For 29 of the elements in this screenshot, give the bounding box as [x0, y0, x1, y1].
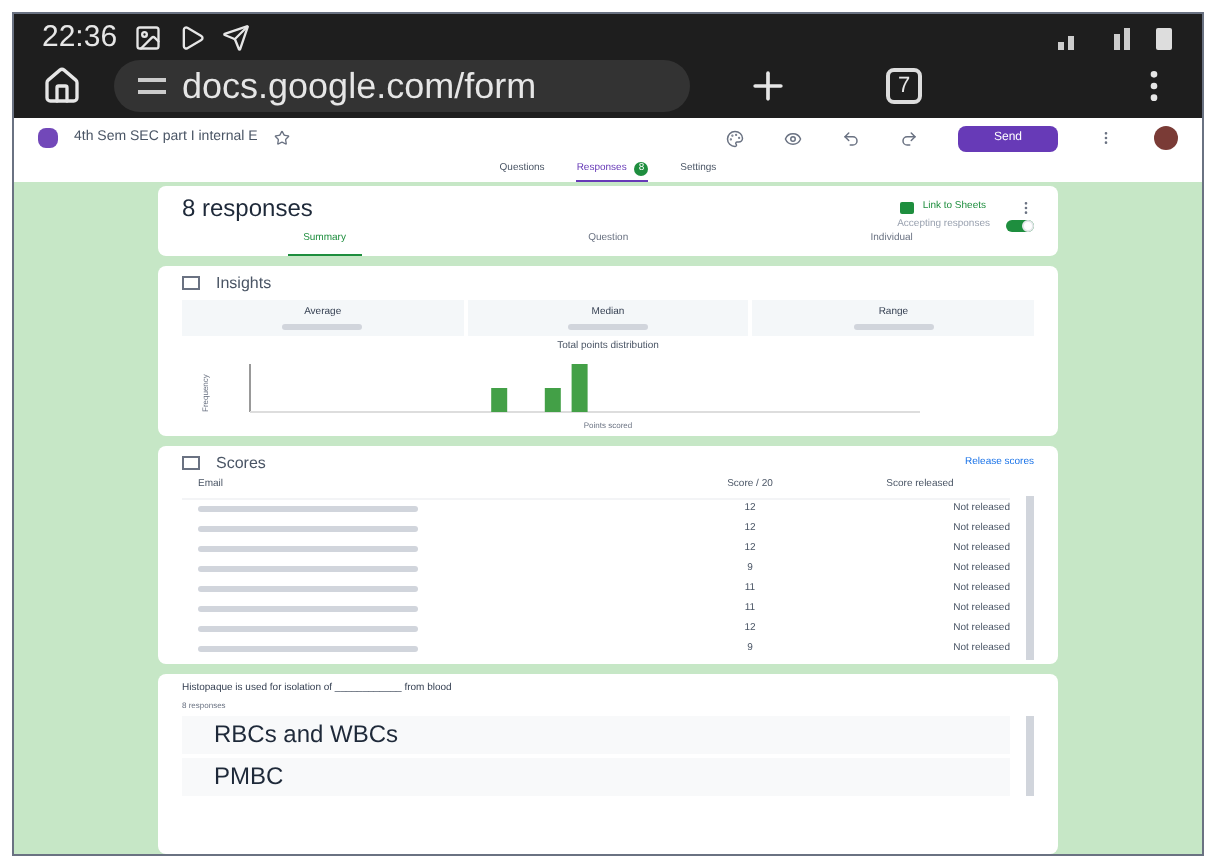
scrollbar: [1026, 716, 1034, 796]
preview-icon[interactable]: [783, 129, 802, 147]
gallery-icon: [133, 24, 162, 52]
insights-heading: Insights: [216, 271, 272, 295]
star-icon[interactable]: [273, 130, 290, 146]
responses-heading: 8 responses: [182, 194, 313, 222]
battery-icon: [1154, 25, 1174, 51]
palette-icon[interactable]: [725, 129, 744, 147]
status-time: 22:36: [42, 20, 118, 56]
home-icon[interactable]: [42, 66, 82, 106]
accepting-toggle[interactable]: [1006, 219, 1034, 231]
scores-icon: [182, 456, 200, 470]
redo-icon[interactable]: [899, 129, 918, 147]
url-text: docs.google.com/form: [182, 66, 537, 106]
telegram-icon: [221, 24, 250, 52]
answer-item: PMBC: [182, 758, 1010, 796]
answer-item: RBCs and WBCs: [182, 716, 1010, 754]
illegible-text-bar: [568, 324, 648, 330]
sheets-icon: [900, 202, 915, 214]
insights-icon: [182, 276, 200, 290]
url-field[interactable]: docs.google.com/form: [114, 60, 690, 112]
illegible-text-bar: [853, 324, 934, 330]
avatar[interactable]: [1154, 126, 1178, 150]
tab-count-button[interactable]: 7: [886, 68, 923, 104]
forms-logo-icon: [38, 128, 58, 148]
play-icon: [177, 24, 206, 52]
scores-heading: Scores: [216, 451, 266, 475]
illegible-text-bar: [282, 324, 363, 330]
undo-icon[interactable]: [841, 129, 860, 147]
